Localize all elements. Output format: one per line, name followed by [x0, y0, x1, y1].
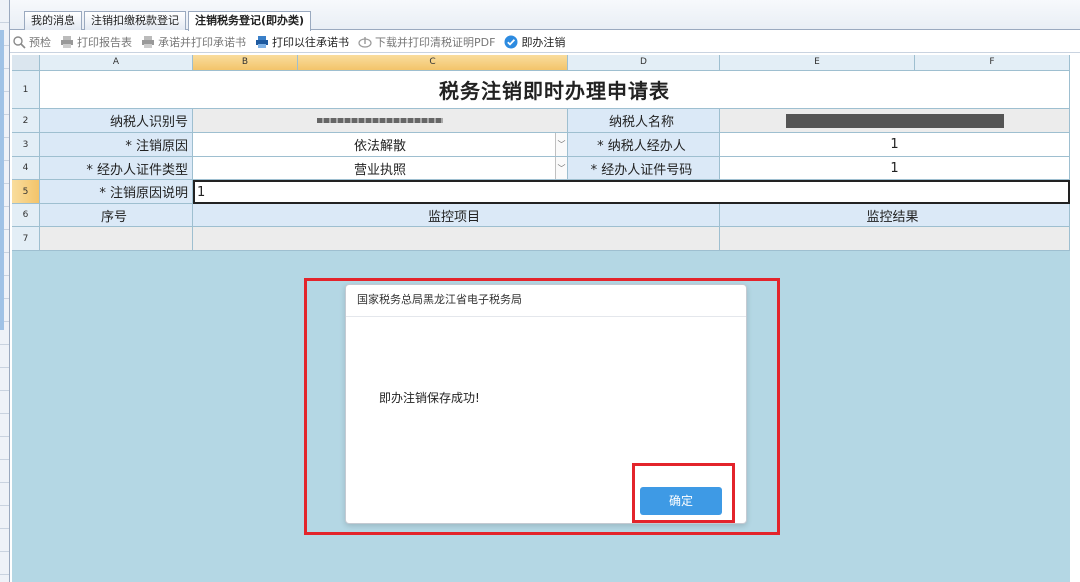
taxpayer-id-label: 纳税人识别号: [40, 109, 193, 133]
left-panel-highlight: [0, 30, 4, 330]
row-header-7[interactable]: 7: [12, 227, 40, 251]
taxpayer-name-field[interactable]: [720, 109, 1070, 133]
column-header-e[interactable]: E: [720, 55, 915, 71]
row-header-6[interactable]: 6: [12, 204, 40, 227]
corner-cell[interactable]: [12, 55, 40, 71]
agent-field[interactable]: 1: [720, 133, 1070, 157]
app-window: 我的消息 注销扣缴税款登记 注销税务登记(即办类) 预检 打印报告表 承诺并打印…: [0, 0, 1080, 582]
chevron-down-icon[interactable]: ﹀: [555, 133, 567, 156]
seq-cell[interactable]: [40, 227, 193, 251]
promise-print-label: 承诺并打印承诺书: [158, 35, 246, 49]
id-type-select[interactable]: 营业执照 ﹀: [193, 157, 568, 180]
cancel-reason-label: * 注销原因: [40, 133, 193, 157]
cancel-reason-value: 依法解散: [353, 139, 406, 154]
check-circle-icon: [504, 35, 518, 48]
row-header-5[interactable]: 5: [12, 180, 40, 204]
download-pdf-label: 下载并打印清税证明PDF: [375, 35, 496, 49]
monitor-result-header: 监控结果: [720, 204, 1070, 227]
column-header-c[interactable]: C: [298, 55, 568, 71]
id-number-field[interactable]: 1: [720, 157, 1070, 180]
row-header-3[interactable]: 3: [12, 133, 40, 157]
magnifier-icon: [13, 35, 26, 49]
taxpayer-id-field[interactable]: [193, 109, 568, 133]
preview-label: 预检: [29, 35, 51, 49]
promise-print-button[interactable]: 承诺并打印承诺书: [141, 32, 246, 52]
id-number-label: * 经办人证件号码: [568, 157, 720, 180]
download-pdf-button[interactable]: 下载并打印清税证明PDF: [358, 32, 495, 52]
column-header-row: A B C D E F: [12, 55, 1070, 71]
column-header-f[interactable]: F: [915, 55, 1070, 71]
taxpayer-name-label: 纳税人名称: [568, 109, 720, 133]
seq-header: 序号: [40, 204, 193, 227]
printer-icon: [256, 35, 268, 48]
chevron-down-icon[interactable]: ﹀: [555, 157, 567, 179]
agent-label: * 纳税人经办人: [568, 133, 720, 157]
cancel-reason-select[interactable]: 依法解散 ﹀: [193, 133, 568, 157]
left-panel-strip: [0, 0, 10, 582]
column-header-a[interactable]: A: [40, 55, 193, 71]
form-title: 税务注销即时办理申请表: [40, 71, 1070, 109]
column-header-d[interactable]: D: [568, 55, 720, 71]
printer-icon: [142, 35, 154, 48]
reason-desc-label: * 注销原因说明: [40, 180, 193, 204]
download-icon: [358, 36, 372, 48]
toolbar: 预检 打印报告表 承诺并打印承诺书 打印以往承诺书 下载并打印清税证明PDF 即…: [10, 31, 1080, 53]
monitor-item-cell[interactable]: [193, 227, 720, 251]
redacted-value: [317, 118, 443, 123]
printer-icon: [61, 35, 73, 48]
tab-bar: 我的消息 注销扣缴税款登记 注销税务登记(即办类): [10, 0, 1080, 31]
preview-button[interactable]: 预检: [12, 32, 51, 52]
print-previous-promise-label: 打印以往承诺书: [272, 35, 349, 49]
tab-tax-cancel-instant[interactable]: 注销税务登记(即办类): [188, 11, 312, 31]
print-report-button[interactable]: 打印报告表: [60, 32, 132, 52]
row-header-1[interactable]: 1: [12, 71, 40, 109]
instant-cancel-label: 即办注销: [521, 35, 566, 49]
row-header-2[interactable]: 2: [12, 109, 40, 133]
row-header-4[interactable]: 4: [12, 157, 40, 180]
ok-button-highlight-box: [632, 463, 735, 523]
column-header-b[interactable]: B: [193, 55, 298, 71]
monitor-result-cell[interactable]: [720, 227, 1070, 251]
print-previous-promise-button[interactable]: 打印以往承诺书: [255, 32, 349, 52]
id-type-value: 营业执照: [353, 162, 406, 178]
monitor-item-header: 监控项目: [193, 204, 720, 227]
tab-my-messages[interactable]: 我的消息: [24, 11, 82, 30]
reason-desc-input[interactable]: 1: [193, 180, 1070, 204]
tab-withholding-cancel[interactable]: 注销扣缴税款登记: [84, 11, 186, 30]
instant-cancel-button[interactable]: 即办注销: [504, 32, 565, 52]
print-report-label: 打印报告表: [77, 35, 132, 49]
id-type-label: * 经办人证件类型: [40, 157, 193, 180]
redacted-value: [786, 113, 1004, 128]
